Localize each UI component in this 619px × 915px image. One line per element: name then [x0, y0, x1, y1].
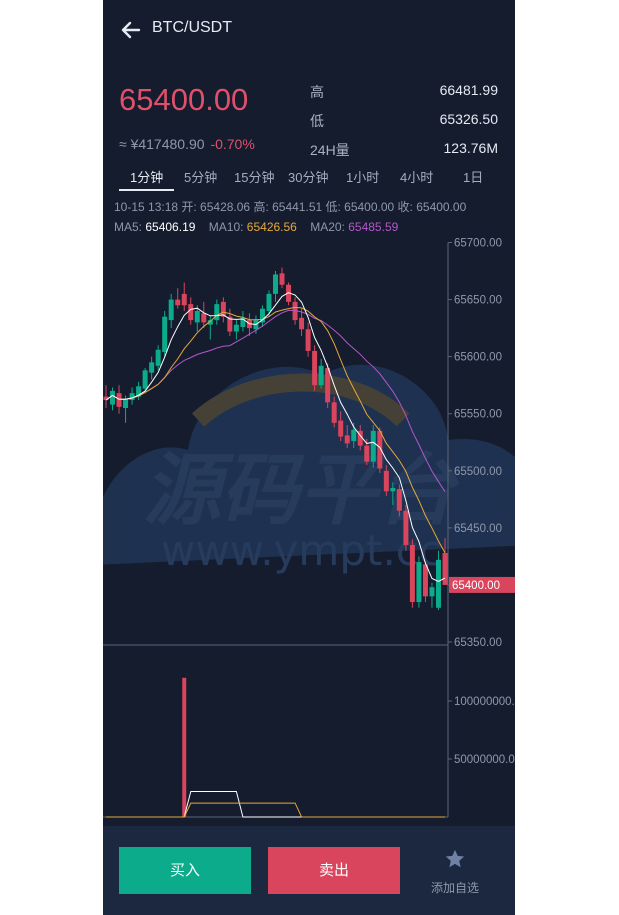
volume-24h-label: 24H量 — [310, 142, 350, 158]
watermark-url: www.ympt.cc — [161, 526, 442, 575]
arrow-left-icon[interactable] — [119, 18, 143, 42]
candle-body — [416, 562, 422, 603]
candle-body — [188, 304, 194, 321]
candle-body — [162, 316, 168, 353]
candle-body — [383, 470, 389, 492]
candle-body — [409, 544, 415, 603]
candle-body — [429, 587, 435, 597]
candle-body — [338, 420, 344, 437]
tab-1min[interactable]: 1分钟 — [130, 167, 163, 186]
candle-body — [325, 368, 331, 403]
volume-ma-line — [106, 791, 445, 818]
ma20-value: 65485.59 — [348, 220, 399, 234]
price-tick-label: 65650.00 — [454, 295, 502, 307]
candle-body — [370, 430, 376, 462]
candle-body — [214, 304, 220, 321]
star-icon — [445, 849, 465, 868]
candle-body — [435, 559, 441, 608]
low-value: 65326.50 — [439, 111, 498, 127]
app-screen: BTC/USDT 65400.00 ≈ ¥417480.90 -0.70% 高 … — [103, 0, 515, 915]
candle-body — [149, 362, 155, 373]
ma5-label: MA5: — [114, 220, 143, 234]
ma20-label: MA20: — [310, 220, 345, 234]
candle-body — [299, 317, 305, 330]
trading-pair-title: BTC/USDT — [152, 19, 232, 36]
price-tick-label: 65450.00 — [454, 523, 502, 535]
candle-body — [129, 393, 135, 401]
ma-info: MA5: 65406.19 MA10: 65426.56 MA20: 65485… — [114, 220, 398, 234]
tab-30min[interactable]: 30分钟 — [288, 167, 328, 186]
candle-body — [266, 293, 272, 311]
price-tick-label: 65500.00 — [454, 466, 502, 478]
add-favorite-button[interactable]: 添加自选 — [410, 846, 500, 896]
tab-15min[interactable]: 15分钟 — [234, 167, 274, 186]
candle-body — [201, 313, 207, 323]
last-price-marker-label: 65400.00 — [452, 580, 500, 592]
price-subline: ≈ ¥417480.90 -0.70% — [119, 136, 255, 152]
high-label: 高 — [310, 84, 324, 100]
volume-spike-bar — [182, 677, 187, 817]
tab-4h[interactable]: 4小时 — [400, 167, 433, 186]
candle-body — [155, 349, 161, 366]
volume-tick-label: 100000000.0 — [454, 696, 515, 708]
candle-body — [279, 273, 285, 285]
price-tick-label: 65600.00 — [454, 352, 502, 364]
tab-1h[interactable]: 1小时 — [346, 167, 379, 186]
kline-chart[interactable]: 源码平台 www.ympt.cc 65700.00 65650.00 65600.0… — [103, 235, 515, 826]
volume-bars — [106, 677, 445, 818]
sell-button[interactable]: 卖出 — [268, 847, 400, 894]
candle-body — [175, 299, 181, 306]
candle-body — [318, 365, 324, 386]
volume-ma-line — [106, 802, 445, 818]
buy-button[interactable]: 买入 — [119, 847, 251, 894]
cny-price: ≈ ¥417480.90 — [119, 136, 205, 152]
candle-body — [312, 350, 318, 386]
candle-body — [351, 429, 357, 442]
bottom-action-bar: 买入 卖出 添加自选 — [103, 826, 515, 915]
candle-body — [168, 299, 174, 321]
tab-1d[interactable]: 1日 — [463, 167, 483, 186]
last-price: 65400.00 — [119, 82, 249, 117]
candle-body — [116, 393, 122, 407]
candle-body — [390, 487, 396, 492]
ma10-label: MA10: — [208, 220, 244, 234]
candle-body — [273, 274, 278, 294]
price-tick-label: 65700.00 — [454, 238, 502, 250]
ma10-value: 65426.56 — [246, 220, 297, 234]
candle-body — [233, 324, 239, 332]
candle-body — [344, 435, 350, 444]
volume-tick-label: 50000000.0 — [454, 754, 515, 766]
watermark-text: 源码平台 — [143, 446, 460, 536]
candle-body — [181, 293, 187, 306]
candle-body — [142, 370, 148, 389]
active-tab-indicator — [119, 189, 174, 191]
candle-body — [403, 510, 409, 545]
candle-body — [442, 552, 448, 585]
ma5-value: 65406.19 — [145, 220, 196, 234]
add-favorite-label: 添加自选 — [430, 881, 479, 895]
ohlc-info: 10-15 13:18 开: 65428.06 高: 65441.51 低: 6… — [114, 200, 467, 214]
candle-body — [396, 489, 402, 511]
candle-body — [110, 390, 116, 405]
interval-tabs: 1分钟 5分钟 15分钟 30分钟 1小时 4小时 1日 — [103, 163, 515, 191]
candle-body — [364, 445, 370, 462]
candle-body — [422, 564, 428, 597]
high-value: 66481.99 — [439, 82, 498, 98]
candle-body — [123, 398, 129, 409]
volume-24h-value: 123.76M — [443, 140, 498, 156]
tab-5min[interactable]: 5分钟 — [184, 167, 217, 186]
change-percent: -0.70% — [210, 136, 255, 152]
price-tick-label: 65350.00 — [454, 637, 502, 649]
candle-body — [194, 310, 200, 323]
low-label: 低 — [310, 113, 324, 129]
candle-body — [305, 329, 311, 351]
candle-body — [331, 402, 337, 423]
price-tick-label: 65550.00 — [454, 409, 502, 421]
